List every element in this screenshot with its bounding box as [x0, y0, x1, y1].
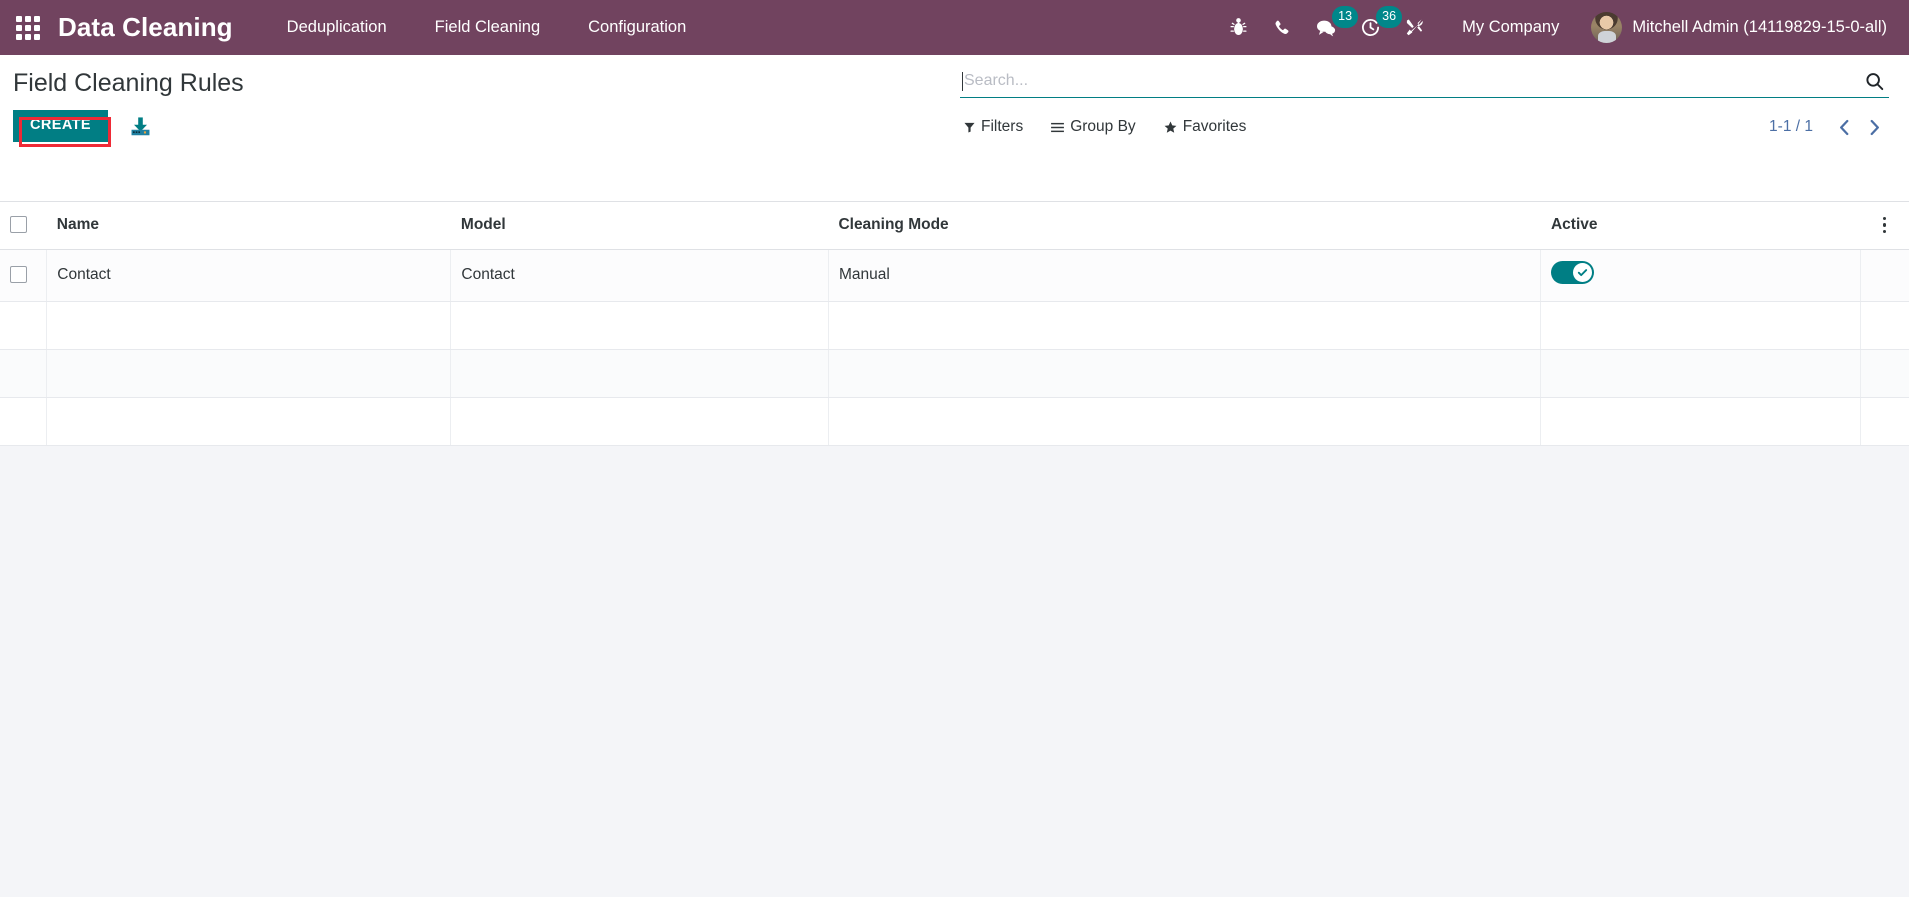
column-header-model[interactable]: Model — [450, 202, 829, 250]
empty-cell — [46, 397, 452, 446]
apps-grid-icon[interactable] — [6, 6, 50, 50]
column-header-cleaning-mode[interactable]: Cleaning Mode — [828, 202, 1541, 250]
table-row[interactable]: Contact Contact Manual — [0, 249, 1909, 302]
pager: 1-1 / 1 — [1769, 113, 1889, 141]
empty-cell — [450, 349, 829, 398]
group-by-label: Group By — [1070, 118, 1136, 135]
user-menu[interactable]: Mitchell Admin (14119829-15-0-all) — [1577, 12, 1887, 43]
empty-cell — [1540, 397, 1861, 446]
list-view: Name Model Cleaning Mode Active Contact … — [0, 202, 1909, 446]
messages-icon[interactable]: 13 — [1304, 0, 1359, 55]
control-panel-left: Field Cleaning Rules CREATE — [0, 55, 960, 147]
field-cleaning-rules-table: Name Model Cleaning Mode Active Contact … — [0, 202, 1909, 446]
filters-label: Filters — [981, 118, 1024, 135]
import-download-icon[interactable] — [128, 113, 154, 139]
control-panel-right: Filters Group By — [960, 55, 1909, 141]
navbar-menu: Deduplication Field Cleaning Configurati… — [263, 0, 711, 55]
empty-row — [0, 397, 1909, 446]
menu-field-cleaning[interactable]: Field Cleaning — [411, 0, 564, 55]
row-checkbox[interactable] — [10, 266, 27, 284]
filters-button[interactable]: Filters — [964, 118, 1023, 136]
phone-icon[interactable] — [1260, 0, 1304, 55]
navbar-right-tools: 13 36 My Company Mitchell Admin (1411982… — [1216, 0, 1887, 55]
table-head: Name Model Cleaning Mode Active — [0, 202, 1909, 250]
company-switcher[interactable]: My Company — [1436, 0, 1577, 55]
filter-row: Filters Group By Favorites 1-1 / 1 — [960, 113, 1889, 141]
top-navbar: Data Cleaning Deduplication Field Cleani… — [0, 0, 1909, 55]
active-toggle-knob — [1573, 263, 1593, 282]
search-bar[interactable] — [960, 65, 1889, 98]
create-button-wrapper: CREATE — [13, 110, 111, 147]
funnel-icon — [964, 122, 975, 133]
pager-next-button[interactable] — [1859, 113, 1889, 141]
activities-clock-icon[interactable]: 36 — [1348, 0, 1403, 55]
bug-icon[interactable] — [1216, 0, 1260, 55]
search-icon[interactable] — [1861, 68, 1887, 94]
table-header-row: Name Model Cleaning Mode Active — [0, 202, 1909, 250]
empty-cell — [0, 301, 48, 350]
empty-cell — [1540, 301, 1861, 350]
action-buttons: CREATE — [13, 110, 960, 147]
empty-cell — [1860, 301, 1909, 350]
cell-active — [1540, 249, 1861, 302]
empty-cell — [1860, 349, 1909, 398]
cell-cleaning-mode[interactable]: Manual — [828, 249, 1542, 302]
empty-cell — [828, 301, 1542, 350]
tools-icon[interactable] — [1392, 0, 1436, 55]
select-all-header — [0, 202, 47, 250]
row-select-cell — [0, 249, 48, 302]
row-options-cell — [1860, 249, 1909, 302]
search-input[interactable] — [964, 67, 1861, 95]
empty-cell — [828, 397, 1542, 446]
empty-row — [0, 349, 1909, 398]
active-toggle[interactable] — [1551, 261, 1595, 284]
group-by-button[interactable]: Group By — [1051, 118, 1136, 136]
empty-cell — [1540, 349, 1861, 398]
app-brand-title[interactable]: Data Cleaning — [58, 12, 233, 43]
empty-row — [0, 301, 1909, 350]
column-header-name[interactable]: Name — [46, 202, 451, 250]
column-options-header — [1860, 202, 1909, 250]
empty-cell — [450, 397, 829, 446]
create-button[interactable]: CREATE — [13, 110, 108, 143]
page-background — [0, 446, 1909, 897]
empty-cell — [46, 349, 452, 398]
favorites-button[interactable]: Favorites — [1164, 118, 1247, 136]
menu-configuration[interactable]: Configuration — [564, 0, 710, 55]
select-all-checkbox[interactable] — [10, 216, 27, 234]
page-title: Field Cleaning Rules — [13, 69, 244, 97]
empty-cell — [450, 301, 829, 350]
vertical-dots-icon[interactable] — [1870, 215, 1899, 235]
menu-deduplication[interactable]: Deduplication — [263, 0, 411, 55]
empty-cell — [1860, 397, 1909, 446]
pager-previous-button[interactable] — [1829, 113, 1859, 141]
favorites-label: Favorites — [1182, 118, 1247, 135]
empty-cell — [828, 349, 1542, 398]
search-caret — [962, 71, 963, 91]
cell-model[interactable]: Contact — [450, 249, 829, 302]
cell-name[interactable]: Contact — [46, 249, 452, 302]
table-body: Contact Contact Manual — [0, 249, 1909, 446]
pager-count: 1-1 / 1 — [1769, 118, 1813, 135]
bars-icon — [1051, 122, 1065, 133]
empty-cell — [0, 397, 48, 446]
column-header-active[interactable]: Active — [1540, 202, 1861, 250]
control-panel: Field Cleaning Rules CREATE Search... Fi… — [0, 55, 1909, 202]
star-icon — [1164, 121, 1177, 134]
user-name-label: Mitchell Admin (14119829-15-0-all) — [1632, 18, 1887, 36]
app-root: Data Cleaning Deduplication Field Cleani… — [0, 0, 1909, 897]
empty-cell — [0, 349, 48, 398]
empty-cell — [46, 301, 452, 350]
user-avatar — [1591, 12, 1623, 43]
